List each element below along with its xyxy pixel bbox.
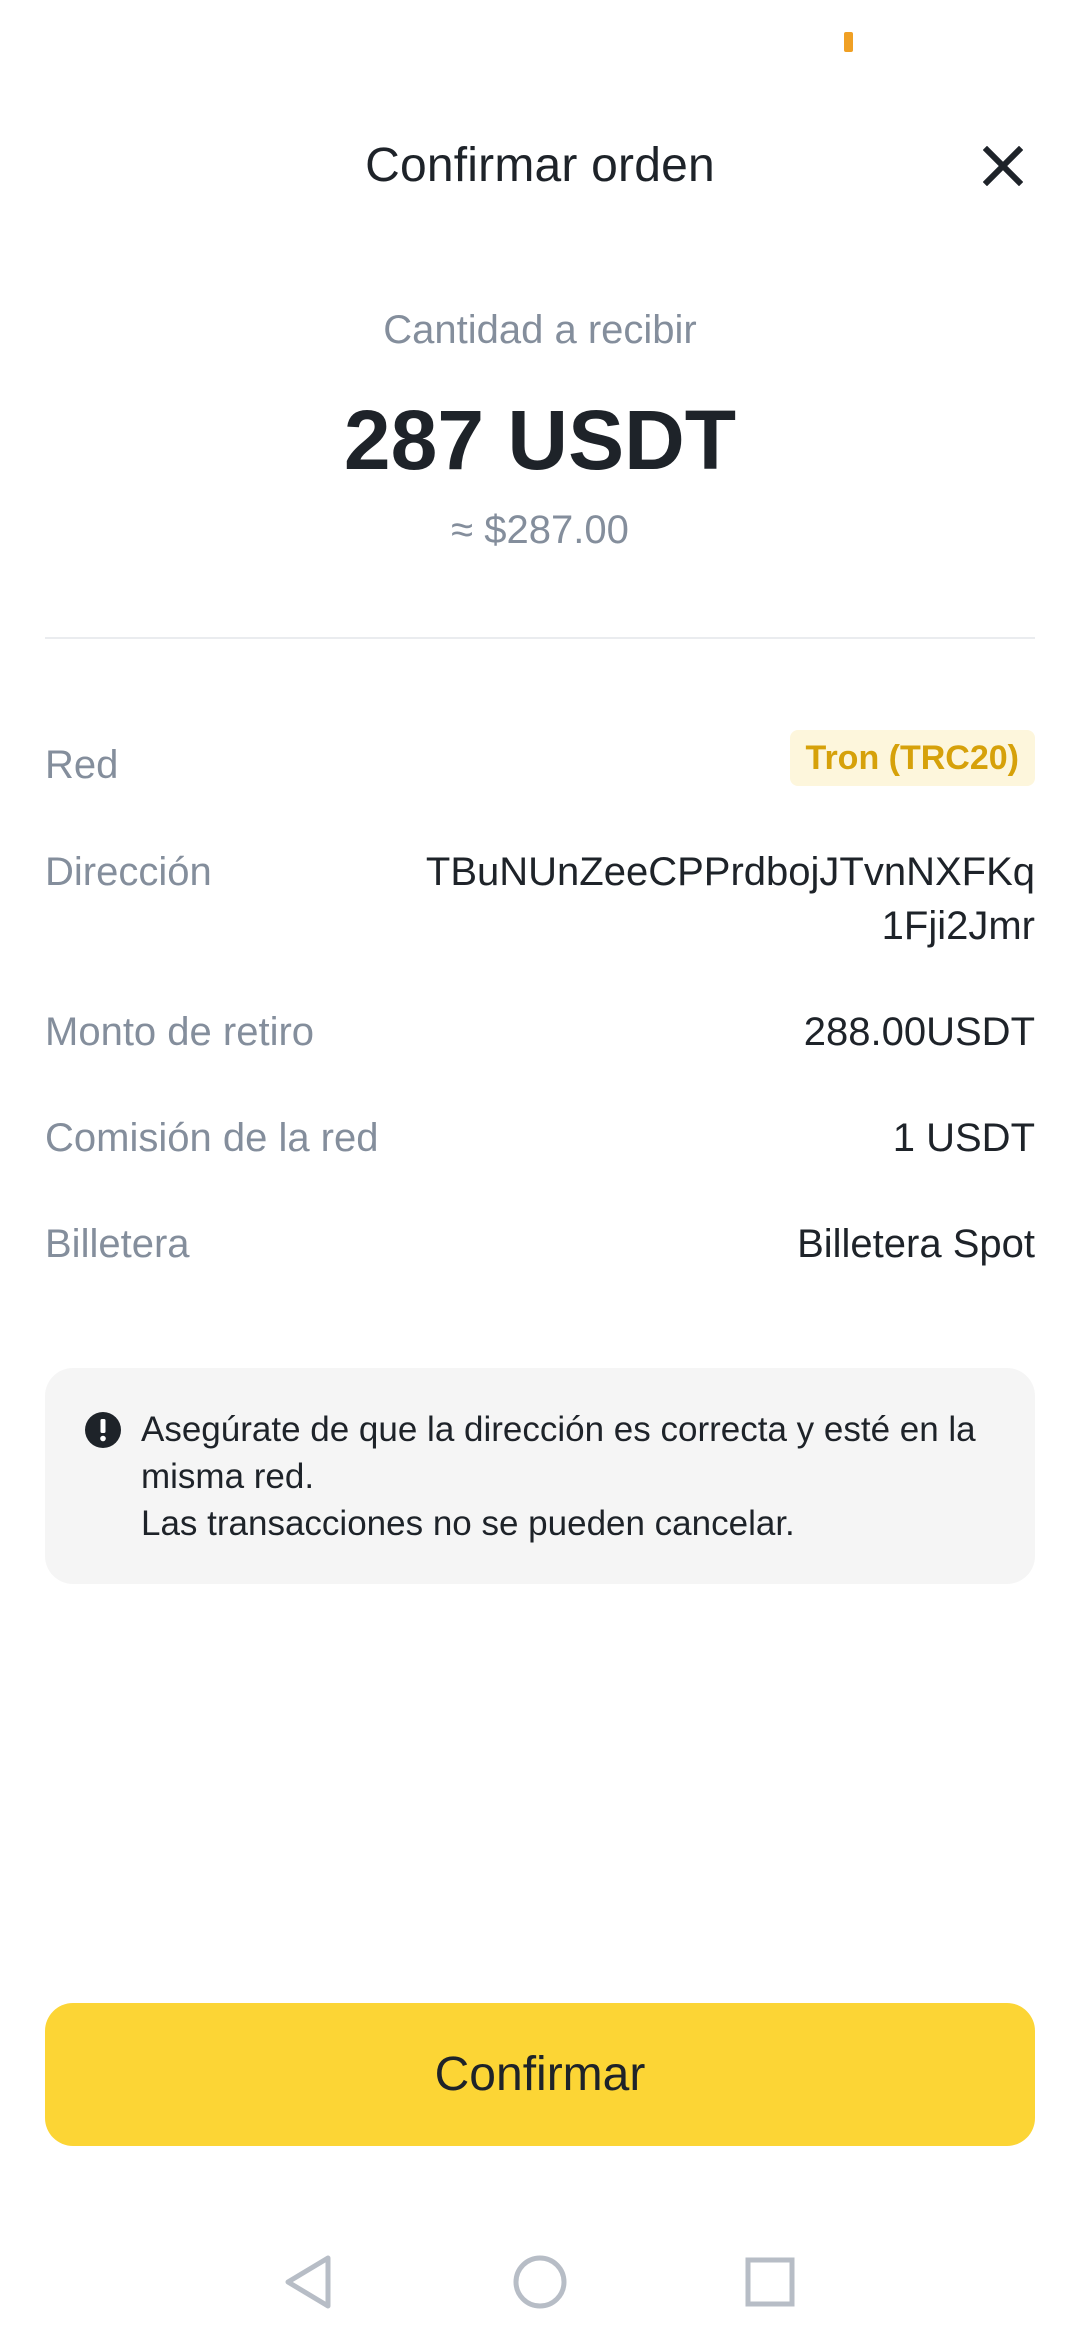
wallet-value: Billetera Spot bbox=[797, 1222, 1035, 1266]
network-fee-value: 1 USDT bbox=[892, 1116, 1035, 1160]
detail-label: Comisión de la red bbox=[45, 1116, 379, 1160]
nav-back-button[interactable] bbox=[276, 2250, 340, 2314]
network-badge: Tron (TRC20) bbox=[789, 730, 1035, 786]
withdraw-amount-value: 288.00USDT bbox=[803, 1010, 1035, 1054]
page-title: Confirmar orden bbox=[365, 139, 715, 192]
detail-label: Billetera bbox=[45, 1222, 190, 1266]
recents-square-icon bbox=[745, 2257, 795, 2307]
amount-summary: Cantidad a recibir 287 USDT ≈ $287.00 bbox=[0, 300, 1080, 558]
notice-text: Asegúrate de que la dirección es correct… bbox=[141, 1406, 1001, 1547]
warning-notice: Asegúrate de que la dirección es correct… bbox=[45, 1368, 1035, 1584]
exclamation-circle-icon bbox=[85, 1412, 121, 1448]
close-icon bbox=[983, 146, 1023, 186]
detail-label: Red bbox=[45, 743, 119, 787]
detail-label: Dirección bbox=[45, 850, 212, 894]
receive-approx-value: ≈ $287.00 bbox=[451, 508, 629, 552]
status-indicator bbox=[844, 32, 853, 52]
confirm-button-label: Confirmar bbox=[434, 2048, 646, 2101]
nav-recents-button[interactable] bbox=[738, 2250, 802, 2314]
home-circle-icon bbox=[513, 2255, 567, 2309]
back-triangle-icon bbox=[285, 2255, 331, 2309]
detail-label: Monto de retiro bbox=[45, 1010, 315, 1054]
divider bbox=[45, 637, 1035, 639]
nav-home-button[interactable] bbox=[508, 2250, 572, 2314]
receive-label: Cantidad a recibir bbox=[383, 308, 697, 352]
receive-amount: 287 USDT bbox=[343, 393, 737, 487]
notice-line-2: Las transacciones no se pueden cancelar. bbox=[141, 1504, 795, 1543]
header: Confirmar orden bbox=[0, 120, 1080, 210]
confirm-button[interactable]: Confirmar bbox=[45, 2003, 1035, 2146]
status-bar bbox=[0, 0, 1080, 90]
address-value: TBuNUnZeeCPPrdbojJTvnNXFKq1Fji2Jmr bbox=[425, 850, 1035, 948]
system-nav-bar bbox=[0, 2220, 1080, 2340]
close-button[interactable] bbox=[975, 138, 1031, 194]
notice-line-1: Asegúrate de que la dirección es correct… bbox=[141, 1410, 976, 1496]
